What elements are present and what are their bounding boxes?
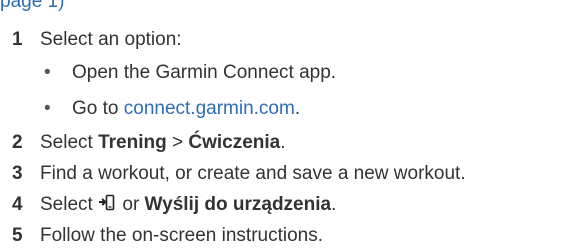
step-1: 1 Select an option: xyxy=(0,24,578,55)
garmin-connect-link[interactable]: connect.garmin.com xyxy=(124,98,295,119)
step-number: 5 xyxy=(12,225,23,246)
menu-separator: > xyxy=(166,132,189,153)
previous-page-link-fragment[interactable]: page 1) xyxy=(0,0,64,13)
menu-cwiczenia: Ćwiczenia xyxy=(188,132,281,153)
sub-item-text: Go to connect.garmin.com. xyxy=(72,91,300,127)
bullet: • xyxy=(44,98,51,119)
step-number: 2 xyxy=(12,132,23,153)
sub-item-go-to-site: • Go to connect.garmin.com. xyxy=(0,91,578,127)
step-number: 4 xyxy=(12,194,23,215)
step-prefix: Select xyxy=(40,194,99,215)
sub-item-suffix: . xyxy=(294,98,301,119)
bullet: • xyxy=(44,62,51,83)
step-4: 4 Select or Wyślij do urządzenia. xyxy=(0,189,578,220)
step-text: Select or Wyślij do urządzenia. xyxy=(40,189,336,220)
sub-item-text: Open the Garmin Connect app. xyxy=(72,62,337,83)
step-middle: or xyxy=(117,194,145,215)
step-text: Select an option: xyxy=(40,29,182,50)
step-text: Find a workout, or create and save a new… xyxy=(40,163,466,184)
step-5: 5 Follow the on-screen instructions. xyxy=(0,220,578,251)
step-number: 3 xyxy=(12,163,23,184)
step-prefix: Select xyxy=(40,132,99,153)
step-2: 2 Select Trening > Ćwiczenia. xyxy=(0,127,578,158)
sub-item-open-app: • Open the Garmin Connect app. xyxy=(0,55,578,91)
step-suffix: . xyxy=(280,132,286,153)
step-number: 1 xyxy=(12,29,23,50)
step-3: 3 Find a workout, or create and save a n… xyxy=(0,158,578,189)
send-to-device-label: Wyślij do urządzenia xyxy=(144,194,332,215)
send-to-device-icon xyxy=(99,194,115,211)
step-text: Follow the on-screen instructions. xyxy=(40,225,324,246)
instruction-steps: 1 Select an option: • Open the Garmin Co… xyxy=(0,24,578,251)
menu-trening: Trening xyxy=(98,132,167,153)
sub-item-prefix: Go to xyxy=(72,98,124,119)
step-suffix: . xyxy=(331,194,337,215)
step-text: Select Trening > Ćwiczenia. xyxy=(40,127,286,158)
